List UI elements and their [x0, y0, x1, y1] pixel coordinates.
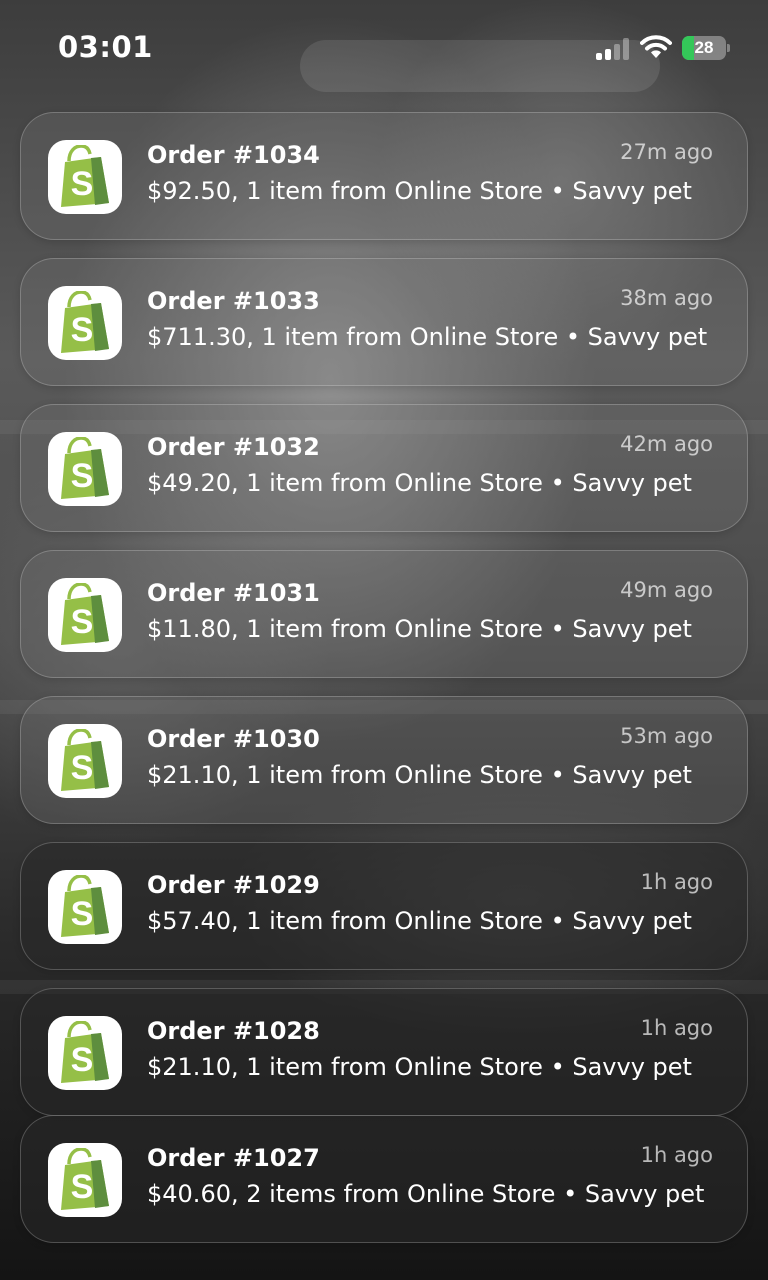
svg-text:S: S — [71, 457, 94, 495]
notification-body: $92.50, 1 item from Online Store • Savvy… — [147, 177, 692, 205]
notification-time: 1h ago — [640, 870, 713, 894]
shopify-bag-icon: S — [48, 1143, 122, 1217]
notification-time: 49m ago — [620, 578, 713, 602]
notification-time: 42m ago — [620, 432, 713, 456]
shopify-bag-icon: S — [48, 870, 122, 944]
battery-icon: 28 — [682, 36, 730, 60]
svg-text:S: S — [71, 311, 94, 349]
notification-body: $21.10, 1 item from Online Store • Savvy… — [147, 1053, 692, 1081]
notification-card-order-1028[interactable]: S Order #1028 1h ago $21.10, 1 item from… — [20, 988, 748, 1116]
svg-text:S: S — [71, 1168, 94, 1206]
svg-text:S: S — [71, 165, 94, 203]
notification-card-order-1034[interactable]: S Order #1034 27m ago $92.50, 1 item fro… — [20, 112, 748, 240]
shopify-bag-icon: S — [48, 1016, 122, 1090]
status-bar: 03:01 28 — [0, 0, 768, 100]
notification-card-order-1027[interactable]: S Order #1027 1h ago $40.60, 2 items fro… — [20, 1115, 748, 1243]
battery-percent: 28 — [694, 38, 714, 57]
svg-text:S: S — [71, 749, 94, 787]
notification-time: 53m ago — [620, 724, 713, 748]
shopify-bag-icon: S — [48, 286, 122, 360]
notification-time: 1h ago — [640, 1143, 713, 1167]
svg-text:S: S — [71, 1041, 94, 1079]
notification-title: Order #1034 — [147, 141, 320, 169]
notification-title: Order #1033 — [147, 287, 320, 315]
cellular-signal-icon — [596, 38, 632, 60]
notification-body: $21.10, 1 item from Online Store • Savvy… — [147, 761, 692, 789]
notification-time: 27m ago — [620, 140, 713, 164]
svg-text:S: S — [71, 895, 94, 933]
shopify-bag-icon: S — [48, 724, 122, 798]
notification-title: Order #1028 — [147, 1017, 320, 1045]
notification-card-order-1030[interactable]: S Order #1030 53m ago $21.10, 1 item fro… — [20, 696, 748, 824]
notification-time: 38m ago — [620, 286, 713, 310]
wifi-icon — [640, 34, 672, 60]
notification-title: Order #1030 — [147, 725, 320, 753]
notification-card-order-1032[interactable]: S Order #1032 42m ago $49.20, 1 item fro… — [20, 404, 748, 532]
notification-body: $49.20, 1 item from Online Store • Savvy… — [147, 469, 692, 497]
status-time: 03:01 — [58, 30, 153, 64]
notification-body: $711.30, 1 item from Online Store • Savv… — [147, 323, 708, 351]
svg-text:S: S — [71, 603, 94, 641]
notification-body: $57.40, 1 item from Online Store • Savvy… — [147, 907, 692, 935]
shopify-bag-icon: S — [48, 578, 122, 652]
notification-card-order-1031[interactable]: S Order #1031 49m ago $11.80, 1 item fro… — [20, 550, 748, 678]
shopify-bag-icon: S — [48, 432, 122, 506]
notification-title: Order #1031 — [147, 579, 320, 607]
notification-title: Order #1032 — [147, 433, 320, 461]
notification-body: $40.60, 2 items from Online Store • Savv… — [147, 1180, 705, 1208]
notification-time: 1h ago — [640, 1016, 713, 1040]
notification-title: Order #1029 — [147, 871, 320, 899]
shopify-bag-icon: S — [48, 140, 122, 214]
notification-body: $11.80, 1 item from Online Store • Savvy… — [147, 615, 692, 643]
notification-card-order-1033[interactable]: S Order #1033 38m ago $711.30, 1 item fr… — [20, 258, 748, 386]
notification-card-order-1029[interactable]: S Order #1029 1h ago $57.40, 1 item from… — [20, 842, 748, 970]
notification-title: Order #1027 — [147, 1144, 320, 1172]
